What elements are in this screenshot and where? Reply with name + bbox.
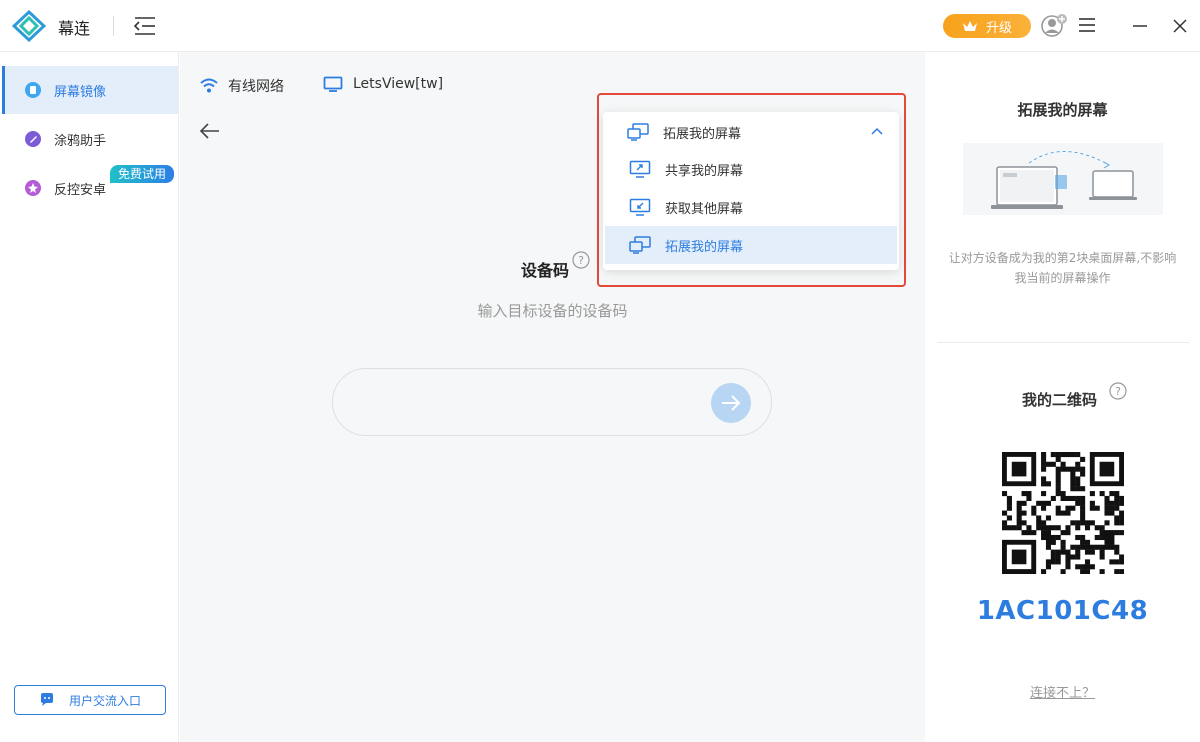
mode-option-label: 共享我的屏幕 [665, 163, 744, 179]
mode-option-label: 拓展我的屏幕 [665, 239, 744, 255]
device-code-field [332, 368, 772, 436]
share-screen-icon [629, 160, 651, 178]
upgrade-button[interactable]: 升级 [943, 14, 1031, 38]
qr-code-title: 我的二维码 [1022, 391, 1098, 409]
device-id: 1AC101C48 [976, 596, 1149, 626]
collapse-sidebar-icon[interactable] [133, 14, 157, 38]
minimize-icon[interactable] [1130, 16, 1150, 36]
community-entry-button[interactable]: 用户交流入口 [14, 685, 166, 715]
monitor-icon [323, 76, 343, 92]
network-status: 有线网络 [200, 76, 284, 96]
get-screen-icon [629, 198, 651, 216]
connection-help-link[interactable]: 连接不上？ [925, 682, 1200, 701]
mode-description: 让对方设备成为我的第2块桌面屏幕,不影响我当前的屏幕操作 [948, 251, 1177, 285]
back-arrow-icon[interactable] [199, 122, 221, 140]
mode-dropdown-current: 拓展我的屏幕 [663, 126, 742, 142]
crown-icon [962, 21, 977, 31]
device-code-subtitle: 输入目标设备的设备码 [477, 302, 628, 320]
device-code-input[interactable] [357, 387, 697, 417]
device-name-label: LetsView[tw] [353, 76, 444, 92]
device-code-title: 设备码 [521, 261, 570, 280]
sidebar-item-screen-mirror[interactable]: 屏幕镜像 [2, 66, 178, 114]
wifi-icon [200, 78, 218, 93]
logo-icon [12, 10, 46, 42]
mode-dropdown: 拓展我的屏幕 共享我的屏幕 获取其他屏幕 拓展我的屏幕 [603, 112, 899, 270]
mode-dropdown-toggle[interactable]: 拓展我的屏幕 [603, 112, 899, 152]
sidebar-item-doodle[interactable]: 涂鸦助手 [2, 115, 178, 163]
extend-screen-icon [627, 123, 649, 141]
help-icon[interactable]: ? [1109, 382, 1127, 400]
network-label: 有线网络 [228, 79, 284, 95]
title-bar: 幕连 升级 [0, 0, 1200, 52]
arrow-right-icon [722, 395, 741, 411]
android-control-icon [25, 180, 41, 196]
svg-text:?: ? [1115, 385, 1121, 398]
qr-code-image [1002, 452, 1124, 574]
screen-mirror-icon [25, 82, 41, 98]
right-panel: 拓展我的屏幕 让对方设备成为我的第2块桌面屏幕,不影响我当前的屏幕操作 我的二维… [925, 52, 1200, 742]
extend-screen-illustration [963, 143, 1163, 215]
mode-option-label: 获取其他屏幕 [665, 201, 744, 217]
chevron-up-icon [871, 127, 883, 135]
svg-text:?: ? [578, 254, 584, 267]
sidebar-item-label: 反控安卓 [54, 182, 107, 198]
app-name: 幕连 [58, 19, 91, 38]
mode-option-share-screen[interactable]: 共享我的屏幕 [605, 150, 897, 188]
close-icon[interactable] [1170, 16, 1190, 36]
extend-screen-icon [629, 236, 651, 254]
community-label: 用户交流入口 [68, 693, 141, 708]
sidebar-item-label: 屏幕镜像 [54, 84, 107, 100]
chat-icon [40, 693, 53, 706]
trial-badge: 免费试用 [110, 165, 175, 183]
connect-button[interactable] [711, 383, 751, 423]
help-icon[interactable]: ? [572, 251, 590, 269]
titlebar-divider [113, 16, 114, 36]
device-name: LetsView[tw] [323, 76, 443, 92]
panel-divider [937, 342, 1189, 343]
upgrade-label: 升级 [985, 20, 1012, 36]
sidebar: 屏幕镜像 涂鸦助手 反控安卓 免费试用 用户交流入口 [0, 52, 179, 742]
avatar-icon[interactable] [1040, 13, 1068, 39]
mode-option-get-screen[interactable]: 获取其他屏幕 [605, 188, 897, 226]
mode-title: 拓展我的屏幕 [1017, 101, 1108, 119]
sidebar-item-label: 涂鸦助手 [54, 133, 107, 149]
menu-icon[interactable] [1077, 16, 1097, 34]
mode-option-extend-screen[interactable]: 拓展我的屏幕 [605, 226, 897, 264]
doodle-icon [25, 131, 41, 147]
